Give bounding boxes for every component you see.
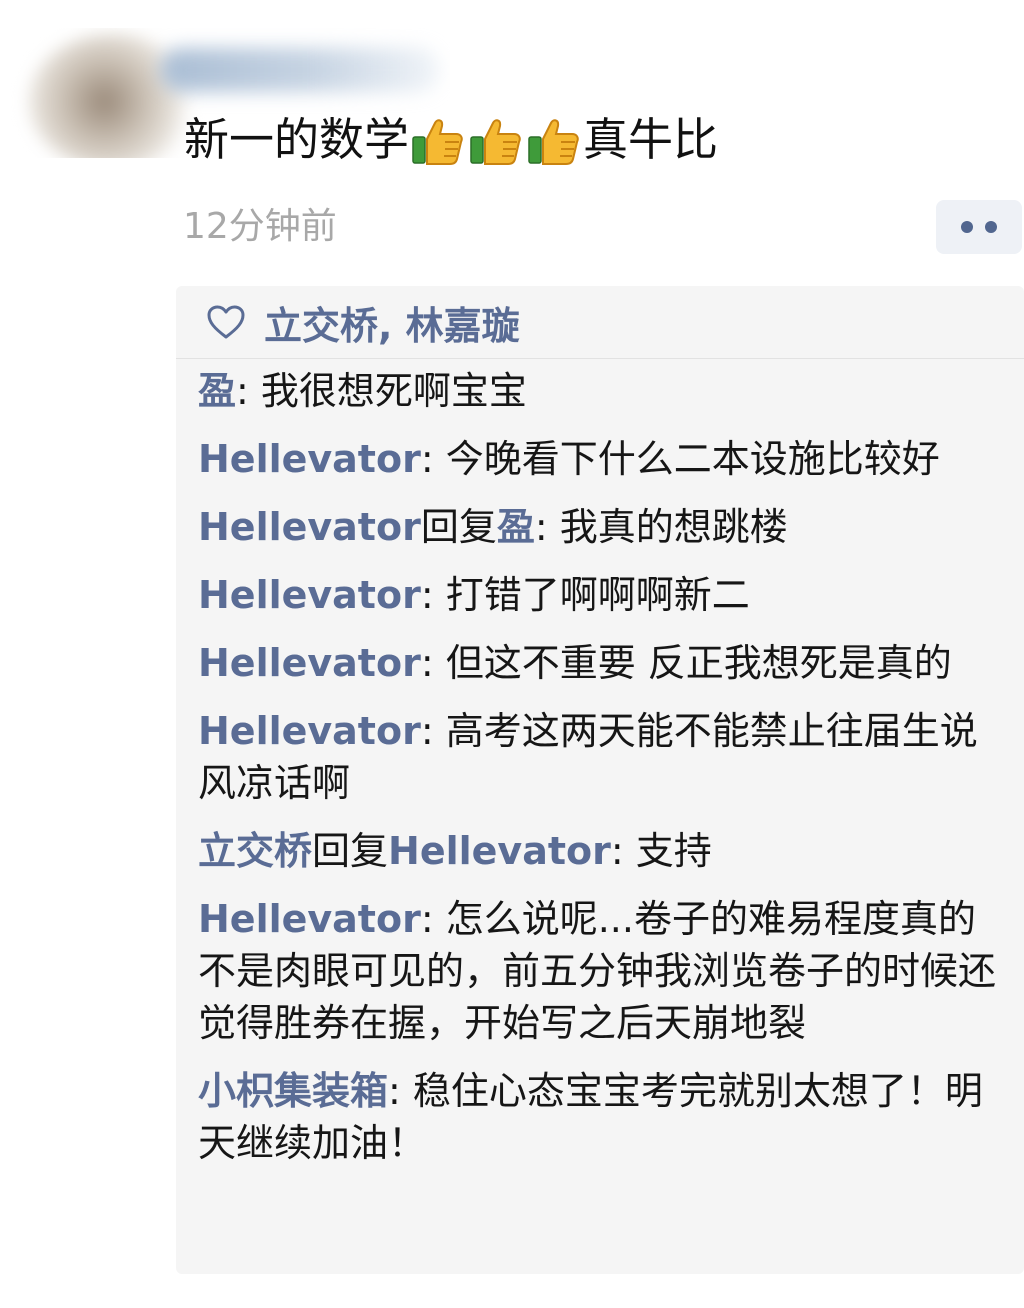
comment-separator: : xyxy=(420,709,446,753)
comment-list: 盈: 我很想死啊宝宝 Hellevator: 今晚看下什么二本设施比较好 Hel… xyxy=(176,359,1024,1169)
comment-item[interactable]: Hellevator: 怎么说呢...卷子的难易程度真的不是肉眼可见的，前五分钟… xyxy=(198,893,1004,1049)
reply-word: 回复 xyxy=(420,505,497,549)
post-timestamp: 12分钟前 xyxy=(183,206,337,247)
comment-item[interactable]: Hellevator: 打错了啊啊啊新二 xyxy=(198,569,1004,621)
reply-target[interactable]: Hellevator xyxy=(388,829,611,873)
comment-separator: : xyxy=(610,829,636,873)
thumbs-up-icon xyxy=(411,113,465,167)
reply-target[interactable]: 盈 xyxy=(497,505,535,549)
comment-author[interactable]: Hellevator xyxy=(198,641,421,685)
comment-author[interactable]: Hellevator xyxy=(198,437,421,481)
comment-separator: : xyxy=(420,641,446,685)
thumbs-up-icon xyxy=(469,113,523,167)
comment-item[interactable]: Hellevator回复盈: 我真的想跳楼 xyxy=(198,501,1004,553)
comment-item[interactable]: Hellevator: 高考这两天能不能禁止往届生说风凉话啊 xyxy=(198,705,1004,809)
comment-separator: : xyxy=(420,897,446,941)
comment-separator: : xyxy=(420,437,446,481)
comment-author[interactable]: 盈 xyxy=(198,369,236,413)
post-text-after: 真牛比 xyxy=(583,113,719,166)
author-name-blurred[interactable] xyxy=(160,48,440,92)
comment-author[interactable]: Hellevator xyxy=(198,505,421,549)
comment-author[interactable]: Hellevator xyxy=(198,709,421,753)
comment-text: 支持 xyxy=(635,829,712,873)
comment-author[interactable]: 小枳集装箱 xyxy=(198,1069,388,1113)
thumbs-up-icon xyxy=(527,113,581,167)
comment-text: 今晚看下什么二本设施比较好 xyxy=(445,437,940,481)
comment-item[interactable]: Hellevator: 今晚看下什么二本设施比较好 xyxy=(198,433,1004,485)
heart-outline-icon xyxy=(207,305,245,339)
comment-separator: : xyxy=(236,369,261,413)
comment-separator: : xyxy=(420,573,446,617)
comment-author[interactable]: Hellevator xyxy=(198,573,421,617)
comment-text: 我很想死啊宝宝 xyxy=(260,369,527,413)
post-content: 新一的数学 真牛比 xyxy=(184,108,718,172)
comment-text: 但这不重要 反正我想死是真的 xyxy=(445,641,952,685)
comment-text: 我真的想跳楼 xyxy=(559,505,788,549)
comment-item[interactable]: 立交桥回复Hellevator: 支持 xyxy=(198,825,1004,877)
comment-separator: : xyxy=(388,1069,413,1113)
likes-names[interactable]: 立交桥, 林嘉璇 xyxy=(264,295,520,350)
comment-item[interactable]: Hellevator: 但这不重要 反正我想死是真的 xyxy=(198,637,1004,689)
more-dots-icon xyxy=(961,221,973,233)
more-button[interactable] xyxy=(936,200,1022,254)
comment-text: 打错了啊啊啊新二 xyxy=(445,573,750,617)
comment-author[interactable]: 立交桥 xyxy=(198,829,312,873)
comment-item[interactable]: 小枳集装箱: 稳住心态宝宝考完就别太想了！明天继续加油！ xyxy=(198,1065,1004,1169)
post-text-before: 新一的数学 xyxy=(184,113,410,166)
likes-row: 立交桥, 林嘉璇 xyxy=(176,286,1024,359)
reply-word: 回复 xyxy=(312,829,389,873)
more-dots-icon xyxy=(985,221,997,233)
comment-item[interactable]: 盈: 我很想死啊宝宝 xyxy=(198,365,1004,417)
likes-comments-panel: 立交桥, 林嘉璇 盈: 我很想死啊宝宝 Hellevator: 今晚看下什么二本… xyxy=(176,286,1024,1274)
comment-author[interactable]: Hellevator xyxy=(198,897,421,941)
comment-separator: : xyxy=(534,505,560,549)
